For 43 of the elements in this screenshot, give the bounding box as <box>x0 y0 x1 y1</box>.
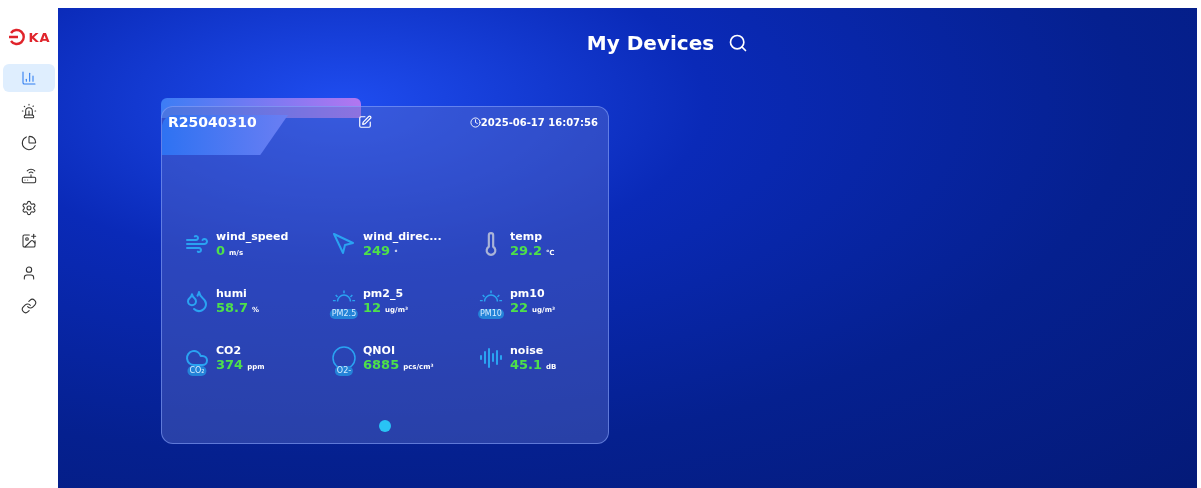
metric-value: 12 <box>363 300 382 315</box>
icon-label: CO₂ <box>187 366 207 376</box>
icon-label: O2- <box>334 366 354 376</box>
metric-value: 249 <box>363 243 391 258</box>
clock-icon <box>469 116 481 128</box>
chart-icon <box>21 70 37 86</box>
metric-name: noise <box>510 344 545 357</box>
metric-value: 0 <box>216 243 226 258</box>
droplet-icon <box>185 289 209 313</box>
navigation-arrow-icon <box>332 232 356 256</box>
siren-icon <box>21 102 37 119</box>
metric-value: 6885 <box>363 357 400 372</box>
pie-chart-icon <box>21 135 37 151</box>
settings-icon <box>21 200 37 216</box>
user-icon <box>21 265 37 281</box>
edit-button[interactable] <box>358 115 372 129</box>
metric-name: CO2 <box>216 344 243 357</box>
sound-wave-icon <box>479 346 503 370</box>
device-name: R25040310 <box>168 114 258 130</box>
metric-name: pm2_5 <box>363 287 405 300</box>
router-icon <box>21 167 37 184</box>
link-icon <box>21 297 37 314</box>
timestamp: 2025-06-17 16:07:56 <box>480 116 598 128</box>
metric-value: 45.1 <box>510 357 543 372</box>
wind-icon <box>185 232 209 256</box>
metric-value: 374 <box>216 357 244 372</box>
metric-value: 58.7 <box>216 300 249 315</box>
logo-text: KA <box>28 29 51 45</box>
icon-label: PM10 <box>478 309 504 319</box>
metric-name: humi <box>216 287 248 300</box>
page-dot[interactable] <box>379 420 391 432</box>
metric-value: 29.2 <box>510 243 543 258</box>
metric-name: temp <box>510 230 544 243</box>
metric-name: wind_speed <box>216 230 289 243</box>
search-button[interactable] <box>728 33 749 53</box>
page-title: My Devices <box>586 31 715 55</box>
metric-value: 22 <box>510 300 529 315</box>
icon-label: PM2.5 <box>329 309 359 319</box>
metric-name: pm10 <box>510 287 546 300</box>
metric-name: wind_direc... <box>363 230 442 243</box>
metric-name: QNOI <box>363 344 396 357</box>
image-plus-icon <box>21 232 37 249</box>
logo-icon <box>7 28 28 46</box>
